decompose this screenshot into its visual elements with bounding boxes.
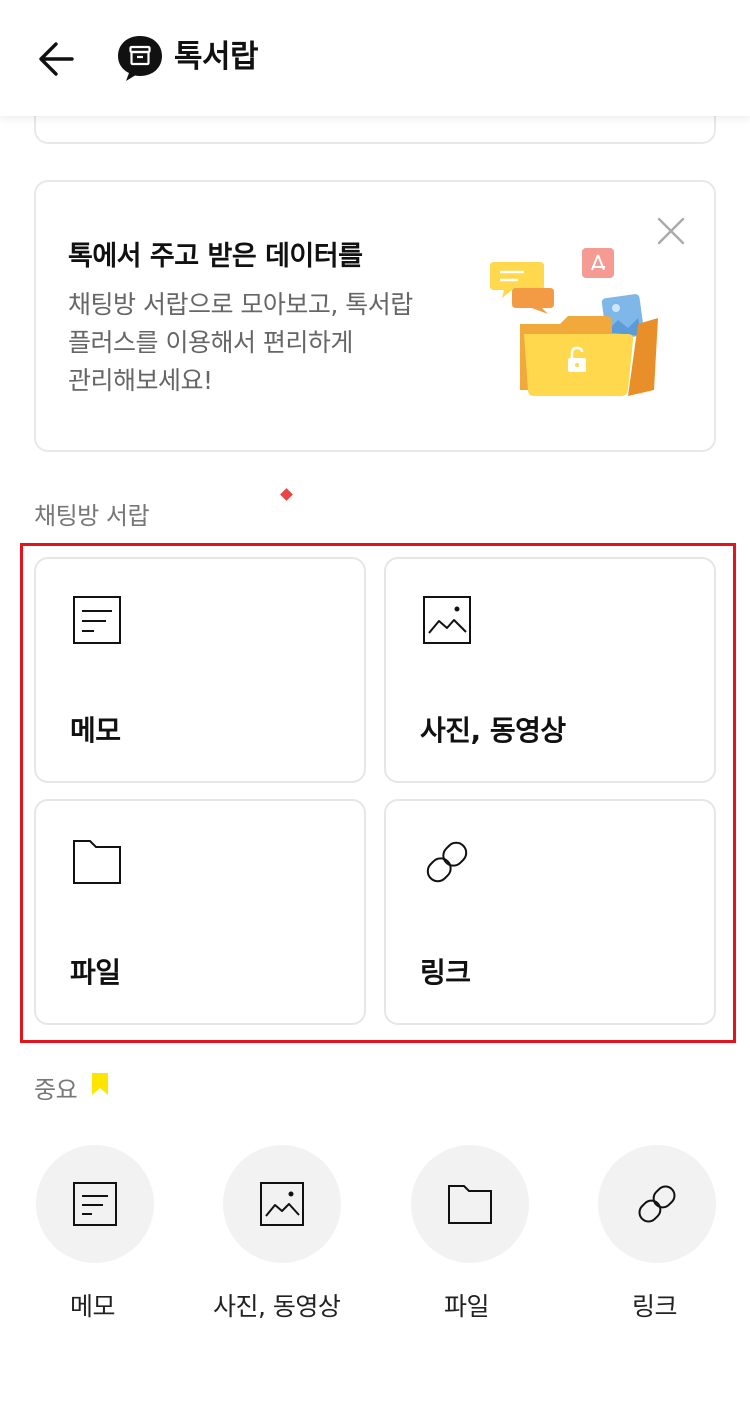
- memo-icon: [71, 1180, 119, 1228]
- chat-drawer-label: 채팅방 서랍: [34, 502, 150, 530]
- important-file[interactable]: 파일: [409, 1145, 559, 1325]
- page-title: 톡서랍: [174, 39, 259, 75]
- talk-drawer-logo-icon: [116, 34, 164, 82]
- app-header: 톡서랍: [0, 0, 750, 116]
- important-link[interactable]: 링크: [596, 1145, 746, 1325]
- circle-label: 파일: [444, 1292, 490, 1321]
- promo-banner[interactable]: 톡에서 주고 받은 데이터를 채팅방 서랍으로 모아보고, 톡서랍 플러스를 이…: [34, 180, 716, 452]
- folder-icon: [72, 837, 122, 887]
- tile-label: 파일: [70, 956, 121, 989]
- arrow-left-icon: [39, 42, 74, 76]
- red-marker: [280, 488, 293, 501]
- tile-memo[interactable]: 메모: [34, 557, 366, 783]
- promo-title: 톡에서 주고 받은 데이터를: [68, 241, 363, 272]
- link-icon: [633, 1180, 681, 1228]
- tile-file[interactable]: 파일: [34, 799, 366, 1025]
- photo-icon: [258, 1180, 306, 1228]
- memo-icon: [72, 595, 122, 645]
- link-icon: [422, 837, 472, 887]
- photo-icon: [422, 595, 472, 645]
- important-photo-video[interactable]: 사진, 동영상: [213, 1145, 371, 1325]
- circle-label: 링크: [632, 1292, 678, 1321]
- tile-label: 링크: [420, 956, 471, 989]
- tile-photo-video[interactable]: 사진, 동영상: [384, 557, 716, 783]
- bookmark-icon: [92, 1073, 108, 1095]
- important-memo[interactable]: 메모: [34, 1145, 184, 1325]
- tile-label: 사진, 동영상: [420, 714, 566, 747]
- important-label: 중요: [34, 1076, 78, 1104]
- folder-icon: [446, 1180, 494, 1228]
- circle-label: 메모: [70, 1292, 116, 1321]
- tile-link[interactable]: 링크: [384, 799, 716, 1025]
- circle-label: 사진, 동영상: [213, 1292, 341, 1321]
- back-button[interactable]: [32, 34, 84, 84]
- tile-label: 메모: [70, 714, 121, 747]
- promo-description: 채팅방 서랍으로 모아보고, 톡서랍 플러스를 이용해서 편리하게 관리해보세요…: [68, 290, 413, 395]
- folder-illustration: [488, 240, 668, 402]
